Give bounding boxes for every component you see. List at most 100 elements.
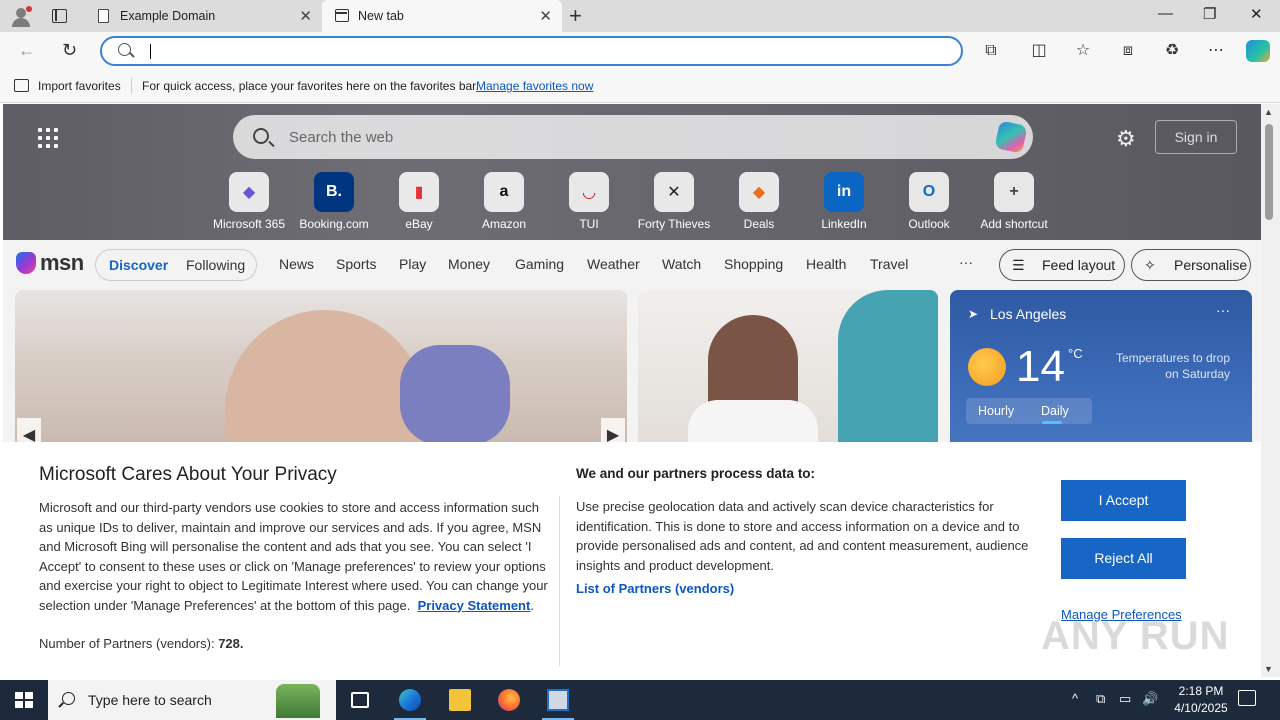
address-input[interactable] [146, 41, 946, 61]
minimize-icon[interactable]: — [1158, 5, 1173, 22]
nav-money[interactable]: Money [448, 256, 490, 272]
news-card-hero[interactable]: ◀ ▶ [15, 290, 627, 450]
edge-icon [399, 689, 421, 711]
back-arrow-icon[interactable]: ← [18, 40, 36, 61]
taskbar-edge[interactable] [386, 680, 434, 720]
new-tab-button[interactable]: + [569, 3, 582, 29]
more-categories-icon[interactable]: ··· [959, 254, 973, 270]
news-card[interactable] [638, 290, 938, 450]
taskbar-search-placeholder[interactable]: Type here to search [88, 692, 212, 708]
nav-news[interactable]: News [279, 256, 314, 272]
personalise-button[interactable]: ✧ Personalise [1131, 249, 1251, 281]
task-view-button[interactable] [336, 680, 384, 720]
scroll-up-icon[interactable]: ▲ [1264, 107, 1273, 117]
nav-health[interactable]: Health [806, 256, 846, 272]
nav-play[interactable]: Play [399, 256, 426, 272]
scroll-down-icon[interactable]: ▼ [1264, 664, 1273, 674]
performance-icon[interactable]: ♻ [1163, 42, 1181, 60]
close-tab-icon[interactable]: ✕ [299, 7, 312, 25]
address-bar[interactable] [100, 36, 963, 66]
nav-gaming[interactable]: Gaming [515, 256, 564, 272]
tab-example-domain[interactable]: Example Domain ✕ [84, 0, 322, 32]
sign-in-button[interactable]: Sign in [1155, 120, 1237, 154]
privacy-statement-link[interactable]: Privacy Statement [418, 598, 531, 613]
import-favorites-button[interactable]: Import favorites [38, 79, 121, 93]
more-options-icon[interactable]: ⋯ [1207, 42, 1225, 60]
reject-all-button[interactable]: Reject All [1061, 538, 1186, 579]
shortcut-tui[interactable]: ◡ TUI [547, 172, 631, 231]
shortcut-outlook[interactable]: O Outlook [887, 172, 971, 231]
page-scrollbar[interactable]: ▲ ▼ [1261, 104, 1280, 677]
windows-taskbar: Type here to search ^ ⧉ ▭ 🔊 2:18 PM 4/10… [0, 680, 1280, 720]
shortcut-icon: in [824, 172, 864, 212]
tab-new-tab[interactable]: New tab ✕ [322, 0, 562, 32]
split-screen-icon[interactable]: ◫ [1030, 42, 1048, 60]
taskbar-firefox[interactable] [485, 680, 533, 720]
shortcut-booking-com[interactable]: B. Booking.com [292, 172, 376, 231]
collections-icon[interactable]: ⧈ [1119, 42, 1137, 60]
import-favorites-icon[interactable] [14, 79, 29, 92]
shortcut-forty-thieves[interactable]: ✕ Forty Thieves [632, 172, 716, 231]
network-icon[interactable]: ▭ [1119, 691, 1131, 707]
taskbar-file-explorer[interactable] [436, 680, 484, 720]
shortcut-linkedin[interactable]: in LinkedIn [802, 172, 886, 231]
weather-card[interactable]: ➤ Los Angeles ··· 14 °C Temperatures to … [950, 290, 1252, 450]
profile-avatar-icon[interactable] [10, 6, 32, 28]
refresh-icon[interactable]: ↻ [62, 40, 77, 61]
web-search-placeholder[interactable]: Search the web [289, 129, 393, 146]
shortcut-icon: a [484, 172, 524, 212]
manage-favorites-link[interactable]: Manage favorites now [476, 79, 593, 93]
notifications-icon[interactable] [1238, 690, 1256, 706]
tab-hourly[interactable]: Hourly [978, 404, 1014, 418]
nav-watch[interactable]: Watch [662, 256, 701, 272]
show-hidden-icons-icon[interactable]: ^ [1072, 691, 1078, 706]
scrollbar-thumb[interactable] [1265, 124, 1273, 220]
windows-start-icon[interactable] [15, 692, 33, 708]
shortcut-icon: ✕ [654, 172, 694, 212]
tab-daily[interactable]: Daily [1041, 404, 1069, 418]
web-search-box[interactable]: Search the web [233, 115, 1033, 159]
feed-switcher: Discover Following [95, 249, 257, 281]
nav-shopping[interactable]: Shopping [724, 256, 783, 272]
copilot-icon[interactable] [1246, 40, 1270, 62]
nav-travel[interactable]: Travel [870, 256, 908, 272]
more-icon[interactable]: ··· [1216, 302, 1230, 318]
partners-process-title: We and our partners process data to: [576, 466, 816, 481]
device-icon[interactable]: ⧉ [1096, 691, 1105, 707]
nav-weather[interactable]: Weather [587, 256, 640, 272]
taskbar-app[interactable] [534, 680, 582, 720]
nav-sports[interactable]: Sports [336, 256, 376, 272]
taskbar-clock[interactable]: 2:18 PM 4/10/2025 [1168, 683, 1234, 717]
tab-title: New tab [358, 9, 404, 23]
shortcut-ebay[interactable]: ▮ eBay [377, 172, 461, 231]
hero-background: Search the web ⚙ Sign in ◆ Microsoft 365 B… [3, 104, 1261, 240]
feed-layout-button[interactable]: ☰ Feed layout [999, 249, 1125, 281]
favorites-star-icon[interactable]: ☆ [1074, 42, 1092, 60]
application-icon [547, 689, 569, 711]
shortcut-add-shortcut[interactable]: + Add shortcut [972, 172, 1056, 231]
close-window-icon[interactable]: ✕ [1250, 5, 1263, 23]
tab-following[interactable]: Following [186, 257, 245, 273]
shortcut-microsoft-365[interactable]: ◆ Microsoft 365 [207, 172, 291, 231]
list-of-partners-link[interactable]: List of Partners (vendors) [576, 581, 734, 596]
msn-logo[interactable]: msn [16, 250, 86, 277]
location-arrow-icon: ➤ [968, 307, 979, 321]
restore-icon[interactable]: ❐ [1203, 5, 1216, 23]
app-launcher-icon[interactable] [38, 128, 58, 148]
privacy-body: Microsoft and our third-party vendors us… [39, 500, 548, 613]
taskbar-search[interactable]: Type here to search [48, 680, 336, 720]
volume-icon[interactable]: 🔊 [1142, 691, 1158, 707]
shortcut-label: Forty Thieves [637, 217, 711, 231]
close-tab-icon[interactable]: ✕ [539, 7, 552, 25]
weather-unit[interactable]: °C [1068, 346, 1083, 361]
shortcut-deals[interactable]: ◆ Deals [717, 172, 801, 231]
shortcut-amazon[interactable]: a Amazon [462, 172, 546, 231]
copilot-icon[interactable] [994, 120, 1028, 154]
tab-actions-icon[interactable] [52, 9, 67, 23]
weather-location[interactable]: Los Angeles [990, 306, 1066, 322]
extensions-icon[interactable]: ⧉ [982, 42, 1000, 60]
divider [559, 496, 560, 666]
accept-button[interactable]: I Accept [1061, 480, 1186, 521]
tab-discover[interactable]: Discover [109, 257, 168, 273]
settings-gear-icon[interactable]: ⚙ [1116, 126, 1136, 152]
